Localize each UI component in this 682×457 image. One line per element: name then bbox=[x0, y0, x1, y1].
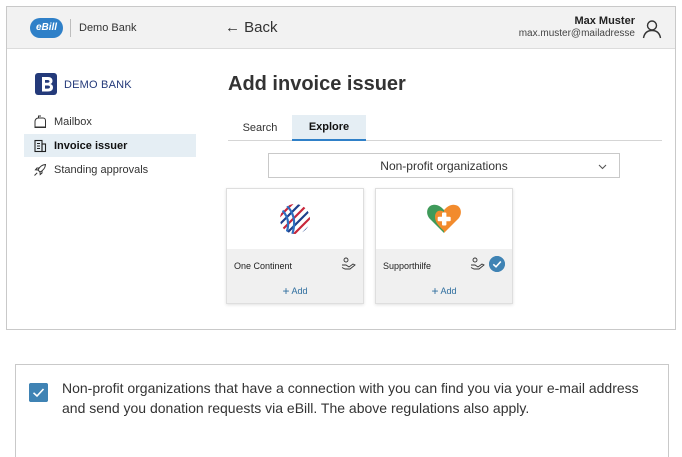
user-name: Max Muster bbox=[574, 15, 635, 27]
topbar-divider bbox=[70, 19, 71, 37]
sidebar-item-mailbox[interactable]: Mailbox bbox=[24, 110, 196, 133]
issuer-name: One Continent bbox=[234, 261, 293, 271]
card-footer: Supporthilfe + Add bbox=[376, 249, 512, 303]
ebill-logo: eBill bbox=[30, 18, 63, 38]
issuer-name: Supporthilfe bbox=[383, 261, 432, 271]
add-issuer-button[interactable]: + Add bbox=[227, 284, 363, 298]
sidebar-item-invoice-issuer[interactable]: Invoice issuer bbox=[24, 134, 196, 157]
category-select-value: Non-profit organizations bbox=[380, 158, 508, 173]
tab-explore[interactable]: Explore bbox=[292, 115, 366, 141]
connected-check-icon bbox=[489, 256, 505, 272]
add-label: Add bbox=[440, 286, 457, 296]
card-footer: One Continent + Add bbox=[227, 249, 363, 303]
invoice-icon bbox=[34, 139, 47, 152]
bank-logo-text: DEMO BANK bbox=[64, 79, 132, 91]
tab-bar: Search Explore bbox=[228, 115, 662, 141]
sidebar-item-standing-approvals[interactable]: Standing approvals bbox=[24, 158, 196, 181]
chevron-down-icon bbox=[598, 164, 607, 170]
bank-name: Demo Bank bbox=[79, 22, 137, 34]
donation-hand-icon bbox=[470, 257, 485, 270]
tab-search[interactable]: Search bbox=[228, 115, 292, 141]
one-continent-logo bbox=[280, 204, 310, 234]
add-label: Add bbox=[291, 286, 308, 296]
supporthilfe-logo bbox=[427, 204, 461, 233]
card-logo-area bbox=[376, 189, 512, 249]
consent-text: Non-profit organizations that have a con… bbox=[62, 380, 639, 416]
demo-bank-logo bbox=[35, 73, 57, 95]
user-icon[interactable] bbox=[641, 18, 663, 40]
sidebar-item-label: Standing approvals bbox=[54, 163, 149, 176]
consent-panel: Non-profit organizations that have a con… bbox=[15, 364, 669, 457]
card-logo-area bbox=[227, 189, 363, 249]
top-bar: eBill Demo Bank ← Back Max Muster max.mu… bbox=[7, 7, 675, 49]
rocket-icon bbox=[34, 163, 47, 176]
sidebar-item-label: Invoice issuer bbox=[54, 139, 128, 152]
issuer-card-one-continent[interactable]: One Continent + Add bbox=[226, 188, 364, 304]
category-select[interactable]: Non-profit organizations bbox=[268, 153, 620, 178]
page-title: Add invoice issuer bbox=[228, 73, 406, 95]
user-email: max.muster@mailadresse bbox=[518, 28, 635, 39]
mailbox-icon bbox=[34, 115, 46, 128]
issuer-card-supporthilfe[interactable]: Supporthilfe + Add bbox=[375, 188, 513, 304]
donation-hand-icon bbox=[341, 257, 356, 270]
consent-checkbox[interactable] bbox=[29, 383, 48, 402]
sidebar-item-label: Mailbox bbox=[54, 115, 92, 128]
back-button[interactable]: ← Back bbox=[225, 19, 278, 36]
bank-window: eBill Demo Bank ← Back Max Muster max.mu… bbox=[6, 6, 676, 330]
add-issuer-button[interactable]: + Add bbox=[376, 284, 512, 298]
